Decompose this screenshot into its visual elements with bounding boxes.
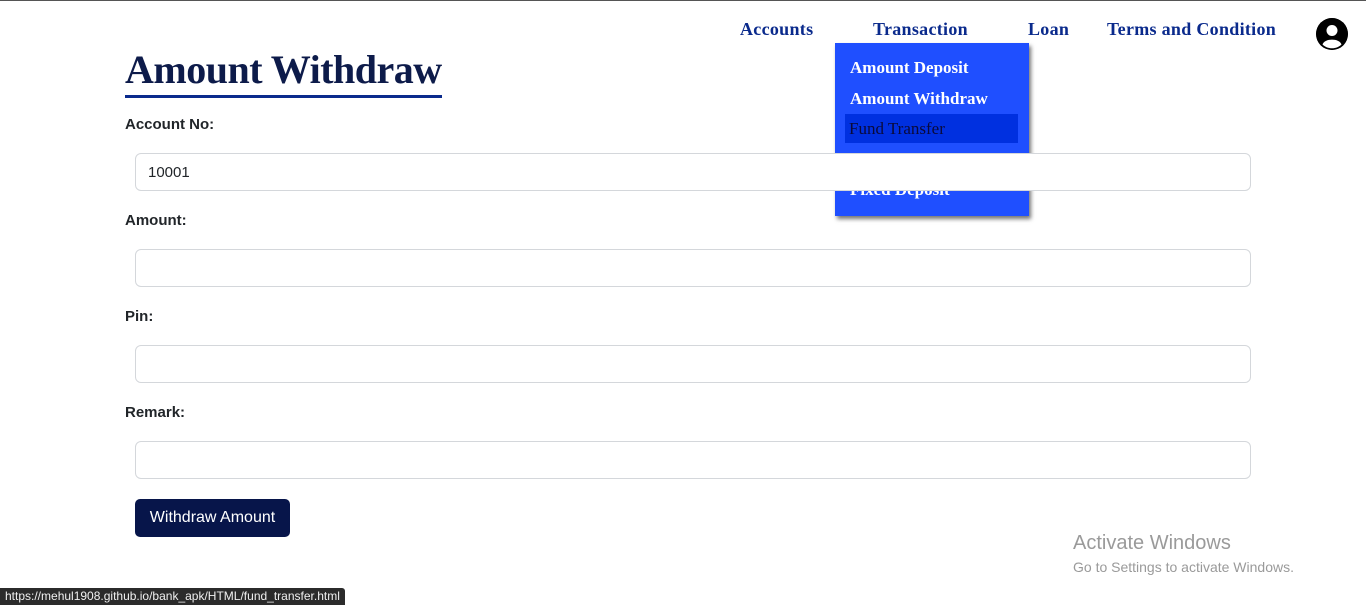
amount-label: Amount: [125,212,187,229]
nav-loan-link[interactable]: Loan [1028,19,1069,40]
account-no-label: Account No: [125,116,215,133]
window-top-border [0,0,1366,1]
activate-windows-watermark: Activate Windows Go to Settings to activ… [1073,531,1294,576]
remark-label: Remark: [125,404,186,421]
remark-field[interactable] [135,441,1251,479]
top-navigation: Accounts Transaction Loan Terms and Cond… [0,19,1366,43]
status-bar-url: https://mehul1908.github.io/bank_apk/HTM… [0,588,345,605]
watermark-subtitle: Go to Settings to activate Windows. [1073,559,1294,575]
nav-transaction-link[interactable]: Transaction [873,19,968,40]
menu-item-amount-withdraw[interactable]: Amount Withdraw [845,84,1018,113]
pin-field[interactable] [135,345,1251,383]
pin-label: Pin: [125,308,154,325]
withdraw-amount-button[interactable]: Withdraw Amount [135,499,290,537]
amount-field[interactable] [135,249,1251,287]
watermark-title: Activate Windows [1073,532,1231,554]
page-title: Amount Withdraw [125,46,442,98]
account-no-field[interactable] [135,153,1251,191]
menu-item-fund-transfer[interactable]: Fund Transfer [845,114,1018,143]
user-circle-icon[interactable] [1316,18,1348,50]
nav-terms-link[interactable]: Terms and Condition [1107,19,1276,40]
nav-accounts-link[interactable]: Accounts [740,19,813,40]
menu-item-amount-deposit[interactable]: Amount Deposit [845,53,1018,82]
